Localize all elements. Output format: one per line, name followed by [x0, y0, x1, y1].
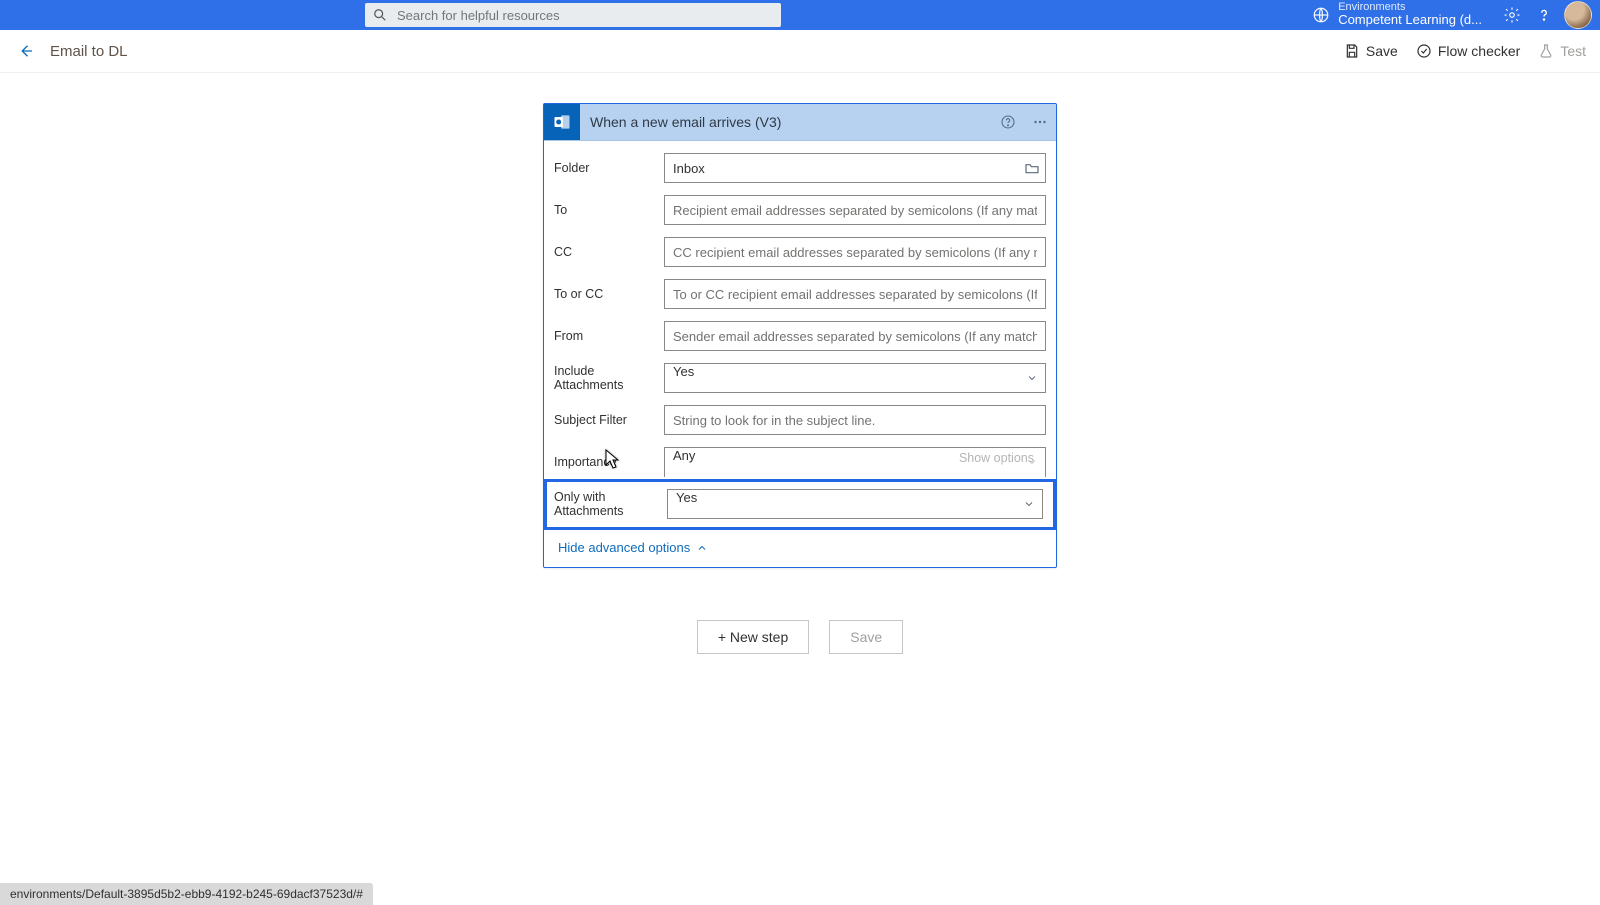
flow-checker-label: Flow checker [1438, 43, 1520, 59]
save-command[interactable]: Save [1344, 43, 1398, 59]
env-label: Environments [1338, 2, 1482, 13]
designer-canvas: When a new email arrives (V3) Folder [0, 73, 1600, 905]
search-input[interactable] [395, 7, 773, 24]
cc-input[interactable] [664, 237, 1046, 267]
include-attachments-label: Include Attachments [554, 364, 664, 392]
only-with-attachments-label: Only with Attachments [554, 490, 667, 518]
environment-icon [1312, 6, 1330, 24]
save-label: Save [1366, 43, 1398, 59]
from-label: From [554, 329, 664, 343]
help-icon [1535, 6, 1553, 24]
flow-title: Email to DL [50, 43, 128, 60]
to-or-cc-label: To or CC [554, 287, 664, 301]
trigger-menu[interactable] [1024, 106, 1056, 138]
env-name: Competent Learning (d... [1338, 13, 1482, 28]
cc-label: CC [554, 245, 664, 259]
flow-checker-icon [1416, 43, 1432, 59]
trigger-card: When a new email arrives (V3) Folder [543, 103, 1057, 568]
command-bar: Email to DL Save Flow checker Test [0, 30, 1600, 73]
help-button[interactable] [1530, 1, 1558, 29]
search-box[interactable] [365, 3, 781, 27]
hide-advanced-options-link[interactable]: Hide advanced options [554, 530, 1046, 567]
include-attachments-select[interactable]: Yes [664, 363, 1046, 393]
gear-icon [1503, 6, 1521, 24]
save-button[interactable]: Save [829, 620, 903, 654]
search-icon [373, 8, 387, 22]
user-avatar[interactable] [1564, 1, 1592, 29]
to-input[interactable] [664, 195, 1046, 225]
show-options-hint: Show options [959, 451, 1034, 465]
subject-filter-input[interactable] [664, 405, 1046, 435]
test-label: Test [1560, 43, 1586, 59]
environment-picker[interactable]: Environments Competent Learning (d... [1312, 2, 1482, 28]
test-icon [1538, 43, 1554, 59]
save-icon [1344, 43, 1360, 59]
settings-button[interactable] [1498, 1, 1526, 29]
outlook-icon [544, 104, 580, 140]
status-bar-url: environments/Default-3895d5b2-ebb9-4192-… [0, 883, 373, 905]
new-step-button[interactable]: + New step [697, 620, 809, 654]
question-circle-icon [1000, 114, 1016, 130]
folder-input[interactable] [664, 153, 1046, 183]
chevron-up-icon [696, 542, 708, 554]
trigger-help[interactable] [992, 106, 1024, 138]
arrow-left-icon [17, 42, 35, 60]
importance-label: Importance [554, 455, 664, 469]
hide-advanced-label: Hide advanced options [558, 540, 690, 555]
folder-label: Folder [554, 161, 664, 175]
ellipsis-icon [1031, 113, 1049, 131]
to-label: To [554, 203, 664, 217]
from-input[interactable] [664, 321, 1046, 351]
only-with-attachments-select[interactable]: Yes [667, 489, 1043, 519]
back-button[interactable] [14, 39, 38, 63]
trigger-title: When a new email arrives (V3) [590, 114, 781, 130]
top-ribbon: Environments Competent Learning (d... [0, 0, 1600, 30]
test-command[interactable]: Test [1538, 43, 1586, 59]
flow-checker-command[interactable]: Flow checker [1416, 43, 1520, 59]
only-with-attachments-row: Only with Attachments Yes [544, 479, 1056, 530]
trigger-header[interactable]: When a new email arrives (V3) [544, 104, 1056, 141]
to-or-cc-input[interactable] [664, 279, 1046, 309]
subject-filter-label: Subject Filter [554, 413, 664, 427]
